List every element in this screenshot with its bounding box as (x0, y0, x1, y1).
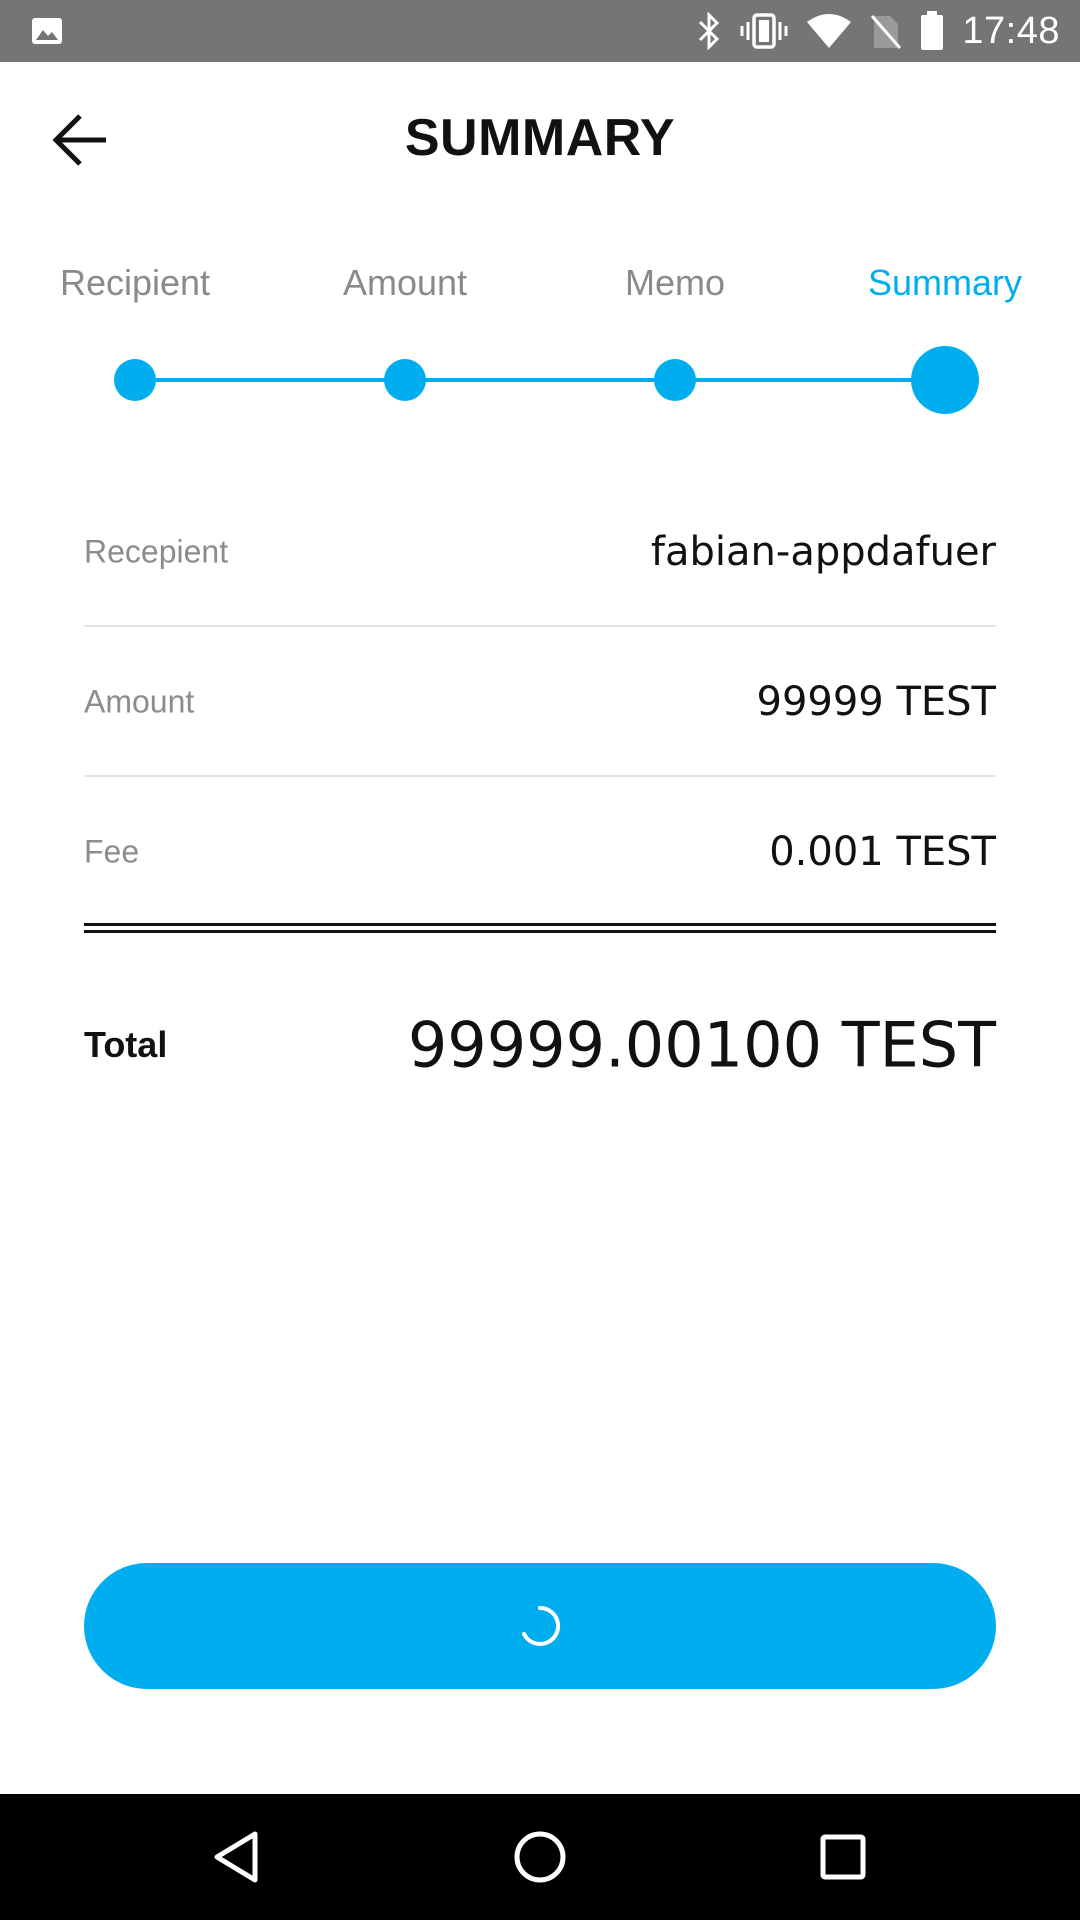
status-bar: 17:48 (0, 0, 1080, 62)
gallery-icon (32, 18, 62, 44)
total-value: 99999.00100 TEST (407, 1008, 996, 1082)
nav-back-button[interactable] (193, 1814, 279, 1900)
step-summary-dot (911, 346, 979, 414)
amount-row-label: Amount (84, 683, 195, 720)
home-circle-icon (514, 1831, 566, 1883)
no-sim-icon (871, 15, 902, 49)
total-label: Total (84, 1024, 168, 1065)
summary-screen: 17:48 SUMMARY Recipient Amount Memo Summ… (0, 0, 1080, 1920)
fee-row-value: 0.001 TEST (769, 829, 996, 875)
status-icons: 17:48 (696, 0, 1060, 62)
fee-row: Fee 0.001 TEST (84, 777, 996, 927)
step-summary-label: Summary (867, 262, 1023, 303)
wifi-icon (807, 14, 852, 48)
step-recipient-dot[interactable] (114, 359, 156, 401)
recents-square-icon (820, 1834, 866, 1880)
step-amount-dot[interactable] (384, 359, 426, 401)
stepper-line (135, 378, 945, 382)
total-row: Total 99999.00100 TEST (84, 990, 996, 1100)
amount-row-value: 99999 TEST (756, 679, 997, 725)
amount-row: Amount 99999 TEST (84, 627, 996, 777)
app-header: SUMMARY (0, 62, 1080, 212)
recipient-row-value: fabian-appdafuer (650, 529, 996, 575)
loading-spinner-icon (522, 1605, 561, 1646)
recipient-row-label: Recepient (84, 533, 229, 570)
navigation-bar (0, 1794, 1080, 1920)
total-divider (84, 923, 996, 933)
progress-stepper: Recipient Amount Memo Summary (0, 250, 1080, 430)
battery-icon (921, 11, 944, 50)
fee-row-label: Fee (84, 833, 140, 870)
step-memo-dot[interactable] (654, 359, 696, 401)
page-title: SUMMARY (404, 109, 676, 167)
back-triangle-icon (214, 1831, 258, 1883)
vibrate-icon (740, 13, 788, 49)
step-memo-label[interactable]: Memo (565, 262, 785, 304)
status-time: 17:48 (962, 9, 1060, 52)
nav-recents-button[interactable] (800, 1814, 886, 1900)
confirm-send-button[interactable] (84, 1563, 996, 1689)
step-amount-label[interactable]: Amount (295, 262, 515, 304)
recipient-row: Recepient fabian-appdafuer (84, 477, 996, 627)
step-recipient-label[interactable]: Recipient (25, 262, 245, 304)
nav-home-button[interactable] (497, 1814, 583, 1900)
bluetooth-icon (699, 12, 720, 50)
